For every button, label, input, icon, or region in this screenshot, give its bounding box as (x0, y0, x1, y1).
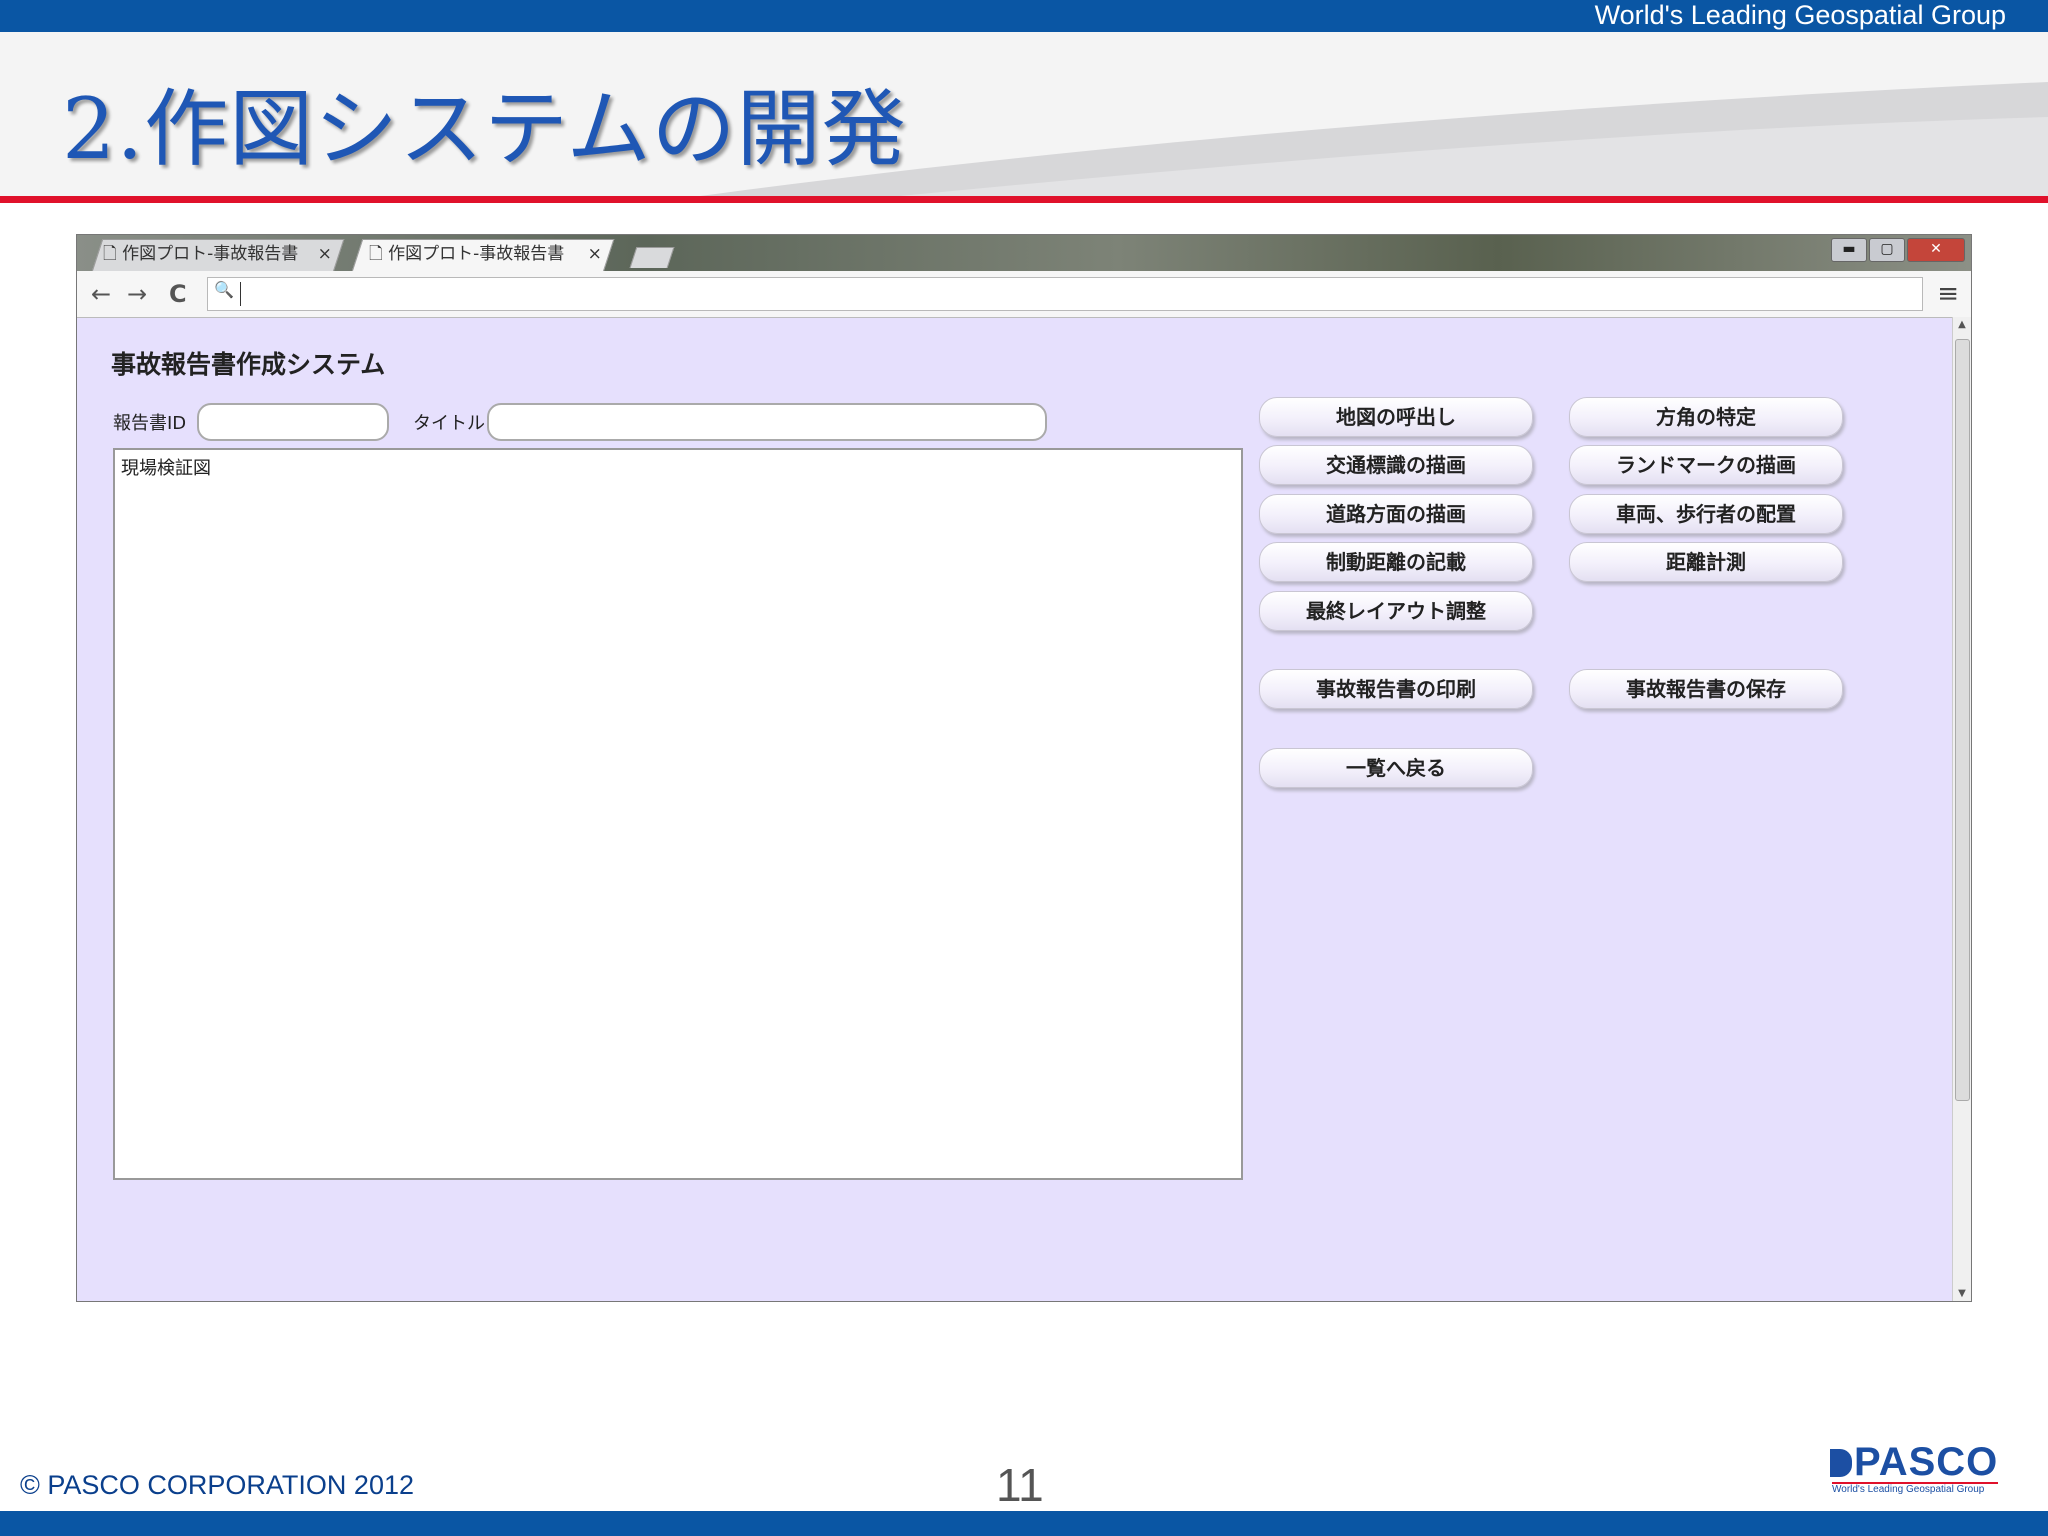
text-cursor (240, 282, 241, 306)
logo-text: PASCO (1854, 1440, 1999, 1484)
set-direction-button[interactable]: 方角の特定 (1569, 397, 1843, 437)
tab-2-close-icon[interactable]: × (588, 244, 602, 264)
address-bar[interactable]: 🔍 (207, 277, 1923, 311)
draw-traffic-signs-button[interactable]: 交通標識の描画 (1259, 445, 1533, 485)
tab-1-content[interactable]: 🗋 作図プロト-事故報告書 × (103, 239, 332, 269)
drawing-canvas[interactable]: 現場検証図 (113, 448, 1243, 1180)
vertical-scrollbar[interactable]: ▲ ▼ (1952, 317, 1971, 1301)
draw-landmarks-button[interactable]: ランドマークの描画 (1569, 445, 1843, 485)
title-divider (0, 196, 2048, 203)
tab-1-close-icon[interactable]: × (318, 244, 332, 264)
draw-road-direction-button[interactable]: 道路方面の描画 (1259, 494, 1533, 534)
app-content: 事故報告書作成システム 報告書ID タイトル 現場検証図 地図の呼出し 方角の特… (77, 317, 1953, 1301)
top-bar: World's Leading Geospatial Group (0, 0, 2048, 32)
browser-window: 🗋 作図プロト-事故報告書 × 🗋 作図プロト-事故報告書 × ▬ ▢ ✕ ← … (76, 234, 1972, 1302)
copyright: © PASCO CORPORATION 2012 (20, 1470, 414, 1500)
app-title: 事故報告書作成システム (111, 350, 386, 379)
final-layout-button[interactable]: 最終レイアウト調整 (1259, 591, 1533, 631)
title-label: タイトル (413, 413, 485, 434)
back-arrow-icon[interactable]: ← (91, 279, 111, 309)
page-number: 11 (996, 1459, 1044, 1511)
canvas-label: 現場検証図 (121, 458, 211, 479)
close-window-button[interactable]: ✕ (1907, 238, 1965, 262)
tab-2-label: 作図プロト-事故報告書 (388, 244, 565, 264)
pasco-logo: PASCO World's Leading Geospatial Group (1830, 1440, 2000, 1495)
report-id-label: 報告書ID (113, 413, 187, 434)
minimize-button[interactable]: ▬ (1831, 238, 1867, 262)
tab-2-content[interactable]: 🗋 作図プロト-事故報告書 × (369, 239, 602, 269)
back-to-list-button[interactable]: 一覧へ戻る (1259, 748, 1533, 788)
logo-subtitle: World's Leading Geospatial Group (1832, 1484, 1985, 1495)
save-report-button[interactable]: 事故報告書の保存 (1569, 669, 1843, 709)
tab-1-label: 作図プロト-事故報告書 (122, 244, 299, 264)
bottom-bar (0, 1511, 2048, 1536)
title-input[interactable] (487, 403, 1047, 441)
logo-wordmark: PASCO (1830, 1440, 1998, 1485)
reload-icon[interactable]: C (169, 279, 187, 309)
maximize-button[interactable]: ▢ (1869, 238, 1905, 262)
slide-title: 2.作図システムの開発 (62, 80, 907, 178)
record-braking-button[interactable]: 制動距離の記載 (1259, 542, 1533, 582)
header-tagline: World's Leading Geospatial Group (1594, 0, 2006, 30)
page-icon: 🗋 (369, 244, 383, 264)
logo-mark-icon (1830, 1449, 1852, 1477)
menu-icon[interactable]: ≡ (1937, 279, 1959, 309)
measure-distance-button[interactable]: 距離計測 (1569, 542, 1843, 582)
call-map-button[interactable]: 地図の呼出し (1259, 397, 1533, 437)
print-report-button[interactable]: 事故報告書の印刷 (1259, 669, 1533, 709)
place-vehicles-button[interactable]: 車両、歩行者の配置 (1569, 494, 1843, 534)
search-icon: 🔍 (214, 280, 234, 299)
browser-toolbar: ← → C 🔍 ≡ (77, 271, 1971, 318)
scrollbar-thumb[interactable] (1955, 339, 1970, 1101)
forward-arrow-icon[interactable]: → (127, 279, 147, 309)
new-tab-button[interactable] (629, 247, 675, 268)
window-controls: ▬ ▢ ✕ (1831, 238, 1965, 262)
browser-titlebar: 🗋 作図プロト-事故報告書 × 🗋 作図プロト-事故報告書 × ▬ ▢ ✕ (77, 235, 1971, 272)
report-id-input[interactable] (197, 403, 389, 441)
scroll-up-arrow-icon[interactable]: ▲ (1953, 319, 1971, 330)
page-icon: 🗋 (103, 244, 117, 264)
scroll-down-arrow-icon[interactable]: ▼ (1953, 1288, 1971, 1299)
